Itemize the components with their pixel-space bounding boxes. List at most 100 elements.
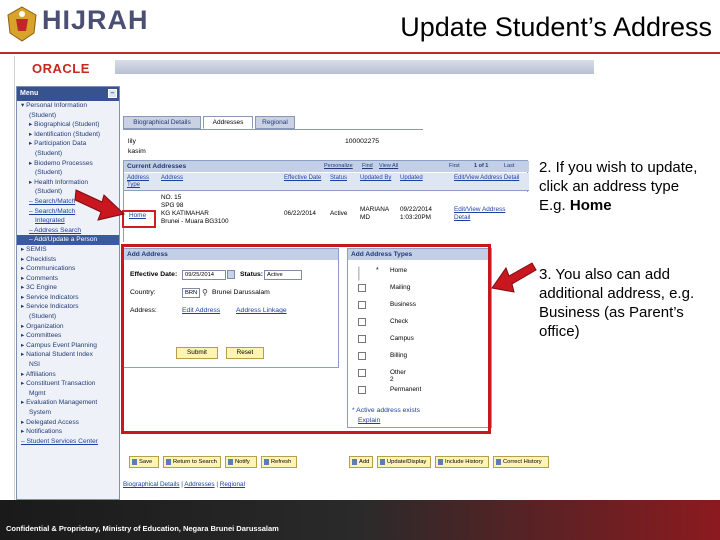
row-range: 1 of 1 [474, 163, 489, 169]
address-line-4: Brunei - Muara BG3100 [161, 218, 229, 225]
menu-item-communications[interactable]: ▸ Communications [17, 264, 119, 274]
menu-item-label: (Student) [35, 169, 63, 177]
tab-regional[interactable]: Regional [255, 116, 295, 129]
include-history-button[interactable]: Include History [435, 456, 489, 468]
person-name: lily [128, 138, 136, 145]
person-id: 100002275 [345, 138, 380, 145]
view-all-link[interactable]: View All [379, 163, 398, 169]
minimize-icon[interactable]: – [108, 89, 117, 98]
menu-item-label: NSI [29, 361, 40, 369]
menu-item-constituent-transaction[interactable]: ▸ Constituent Transaction [17, 379, 119, 389]
status-value: Active [330, 210, 348, 217]
navigation-menu: Menu – ▾ Personal Information (Student) … [16, 86, 120, 500]
save-button[interactable]: Save [129, 456, 159, 468]
grid-header: Address Type Address Effective Date Stat… [124, 173, 529, 191]
table-row: Home NO. 15 SPG 98 KG KATIMAHAR Brunei -… [124, 192, 529, 242]
find-link[interactable]: Find [362, 163, 373, 169]
header-updated-by[interactable]: Updated By [360, 175, 391, 182]
last-link[interactable]: Last [504, 163, 514, 169]
menu-title: Menu [20, 90, 39, 97]
menu-item-label: (Student) [29, 313, 57, 321]
hijrah-logo: HIJRAH [4, 3, 154, 45]
refresh-button[interactable]: Refresh [261, 456, 297, 468]
menu-item-comments[interactable]: ▸ Comments [17, 274, 119, 284]
menu-item-label: System [29, 409, 51, 416]
menu-item-personal-information[interactable]: ▾ Personal Information [17, 101, 119, 111]
address-line-1: NO. 15 [161, 194, 182, 201]
tab-divider [123, 129, 423, 130]
header-edit-view-detail[interactable]: Edit/View Address Detail [454, 175, 522, 182]
arrow-left-icon [491, 262, 537, 293]
menu-item-evaluation-management[interactable]: ▸ Evaluation Management [17, 398, 119, 408]
header-address-type[interactable]: Address Type [127, 175, 153, 189]
menu-item-national-student-index[interactable]: ▸ National Student Index [17, 350, 119, 360]
oracle-logo: ORACLE [32, 61, 90, 76]
menu-item-participation[interactable]: ▸ Participation Data [17, 139, 119, 149]
header-stripe [115, 60, 594, 74]
menu-item-label: (Student) [29, 111, 57, 119]
menu-item-address-search[interactable]: – Address Search [17, 226, 119, 236]
edit-view-address-link[interactable]: Edit/View Address [454, 206, 505, 214]
menu-item-biographical[interactable]: ▸ Biographical (Student) [17, 120, 119, 130]
addresses-link[interactable]: Addresses [184, 481, 214, 488]
menu-item-organization[interactable]: ▸ Organization [17, 322, 119, 332]
first-link[interactable]: First [449, 163, 460, 169]
menu-item-campus-event-planning[interactable]: ▸ Campus Event Planning [17, 341, 119, 351]
menu-item-service-indicators[interactable]: ▸ Service Indicators [17, 293, 119, 303]
regional-link[interactable]: Regional [220, 481, 245, 488]
update-display-button[interactable]: Update/Display [377, 456, 431, 468]
updated-by-value-2: MD [360, 214, 370, 221]
menu-item-notifications[interactable]: ▸ Notifications [17, 427, 119, 437]
menu-header: Menu – [17, 87, 119, 101]
updated-by-value: MARIANA [360, 206, 390, 213]
person-surname: kasim [128, 148, 146, 155]
grid-title: Current Addresses Personalize Find View … [124, 161, 529, 172]
footer-text: Confidential & Proprietary, Ministry of … [6, 524, 279, 533]
header-divider [0, 52, 720, 54]
updated-time-value: 1:03:20PM [400, 214, 431, 221]
menu-item-committees[interactable]: ▸ Committees [17, 331, 119, 341]
notify-button[interactable]: Notify [225, 456, 257, 468]
bottom-tab-links: Biographical Details | Addresses | Regio… [123, 481, 245, 488]
menu-item-3c-engine[interactable]: ▸ 3C Engine [17, 283, 119, 293]
effective-date-value: 06/22/2014 [284, 210, 316, 217]
tab-addresses[interactable]: Addresses [203, 116, 253, 129]
menu-item-student-services-center[interactable]: – Student Services Center [17, 437, 119, 447]
menu-item-biodemo[interactable]: ▸ Biodemo Processes [17, 159, 119, 169]
step-2-instruction: 2. If you wish to update, click an addre… [539, 159, 698, 214]
add-button[interactable]: Add [349, 456, 373, 468]
address-line-2: SPG 98 [161, 202, 184, 209]
menu-item-checklists[interactable]: ▸ Checklists [17, 255, 119, 265]
header-effective-date[interactable]: Effective Date [284, 175, 324, 182]
menu-item-label: Mgmt [29, 389, 46, 397]
menu-item-service-indicators-student[interactable]: ▸ Service Indicators [17, 302, 119, 312]
menu-item-identification[interactable]: ▸ Identification (Student) [17, 130, 119, 140]
header-address[interactable]: Address [161, 175, 183, 182]
header-status[interactable]: Status [330, 175, 347, 182]
logo-text: HIJRAH [42, 5, 149, 35]
oracle-header: ORACLE [15, 56, 594, 78]
correct-history-button[interactable]: Correct History [493, 456, 549, 468]
menu-item-label: (Student) [35, 149, 63, 157]
home-highlight-box [122, 210, 156, 228]
header-updated[interactable]: Updated [400, 175, 423, 182]
menu-item-affiliations[interactable]: ▸ Affiliations [17, 370, 119, 380]
personalize-link[interactable]: Personalize [324, 163, 353, 169]
step-3-instruction: 3. You also can add additional address, … [539, 266, 695, 340]
address-line-3: KG KATIMAHAR [161, 210, 209, 217]
arrow-right-icon [74, 189, 126, 221]
edit-view-address-detail-link[interactable]: Detail [454, 214, 470, 222]
return-to-search-button[interactable]: Return to Search [163, 456, 221, 468]
slide-footer: Confidential & Proprietary, Ministry of … [0, 500, 720, 540]
biographical-details-link[interactable]: Biographical Details [123, 481, 179, 488]
menu-item-add-update-person[interactable]: – Add/Update a Person [17, 235, 119, 245]
tab-biographical-details[interactable]: Biographical Details [123, 116, 201, 129]
menu-item-semis[interactable]: ▸ SEMIS [17, 245, 119, 255]
crest-icon [7, 6, 37, 42]
current-addresses-grid: Current Addresses Personalize Find View … [123, 160, 529, 242]
add-address-highlight-box [121, 244, 491, 434]
updated-date-value: 09/22/2014 [400, 206, 432, 213]
slide-title: Update Student’s Address [400, 12, 712, 42]
step-2-example: Home [569, 197, 612, 214]
menu-item-delegated-access[interactable]: ▸ Delegated Access [17, 418, 119, 428]
